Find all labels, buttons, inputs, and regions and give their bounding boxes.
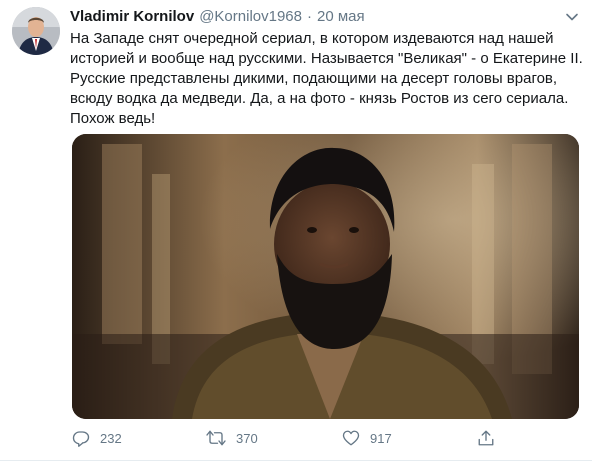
tweet-text-line: историей и вообще над русскими. Называет… bbox=[70, 50, 583, 67]
retweet-icon bbox=[206, 430, 226, 446]
tweet-photo[interactable] bbox=[72, 134, 579, 419]
chevron-down-icon bbox=[566, 13, 578, 21]
avatar[interactable] bbox=[12, 7, 60, 55]
tweet-header: Vladimir Kornilov @Kornilov1968 · 20 мая bbox=[70, 7, 582, 27]
tweet-text-line: всюду водка да медведи. Да, а на фото - … bbox=[70, 90, 569, 107]
tweet-actions: 232 370 917 bbox=[72, 427, 572, 449]
reply-count: 232 bbox=[100, 430, 122, 446]
heart-icon bbox=[342, 430, 360, 446]
reply-icon bbox=[72, 431, 90, 447]
like-button[interactable]: 917 bbox=[342, 429, 392, 447]
author-handle[interactable]: @Kornilov1968 bbox=[199, 7, 302, 27]
tweet-text-line: На Западе снят очередной сериал, в котор… bbox=[70, 30, 554, 47]
author-name[interactable]: Vladimir Kornilov bbox=[70, 7, 194, 27]
photo-image bbox=[72, 134, 579, 419]
retweet-button[interactable]: 370 bbox=[206, 429, 258, 447]
tweet-text-line: Похож ведь! bbox=[70, 110, 156, 127]
tweet-date[interactable]: 20 мая bbox=[317, 7, 365, 27]
retweet-count: 370 bbox=[236, 430, 258, 446]
tweet-text: На Западе снят очередной сериал, в котор… bbox=[70, 29, 583, 129]
reply-button[interactable]: 232 bbox=[72, 429, 122, 447]
tweet-text-line: Русские представлены дикими, подающими н… bbox=[70, 70, 558, 87]
avatar-image bbox=[12, 7, 60, 55]
more-options-button[interactable] bbox=[562, 7, 582, 27]
tweet-content: Vladimir Kornilov @Kornilov1968 · 20 мая… bbox=[70, 7, 583, 447]
like-count: 917 bbox=[370, 430, 392, 446]
tweet[interactable]: Vladimir Kornilov @Kornilov1968 · 20 мая… bbox=[0, 0, 592, 461]
separator-dot: · bbox=[307, 8, 312, 25]
share-button[interactable] bbox=[477, 429, 495, 447]
share-icon bbox=[478, 430, 494, 446]
